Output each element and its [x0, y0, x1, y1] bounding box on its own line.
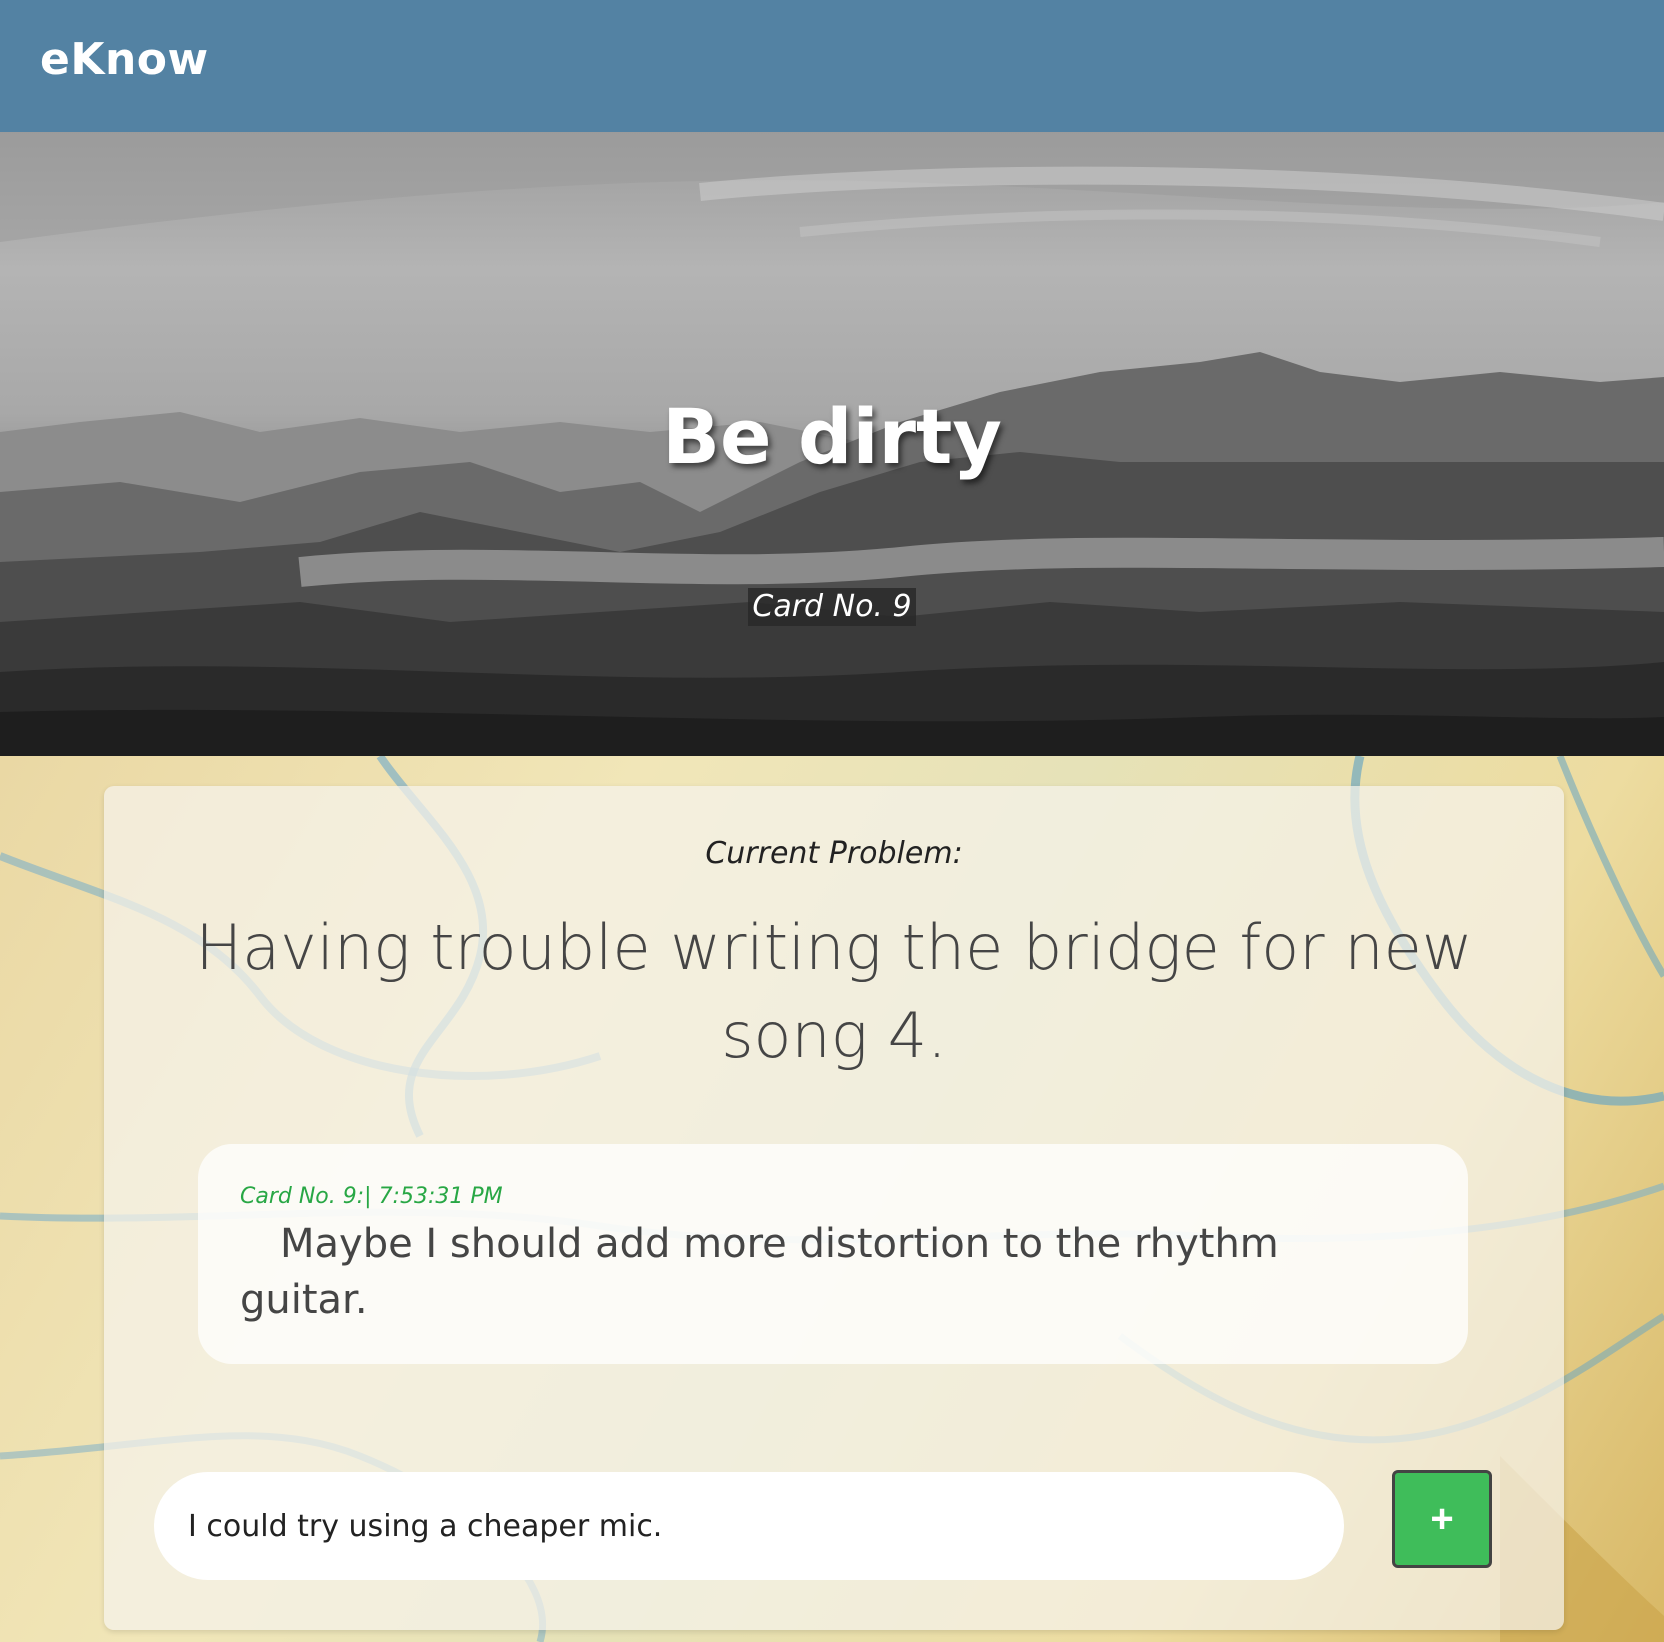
brand-logo[interactable]: eKnow [40, 34, 209, 85]
idea-entry: Card No. 9:| 7:53:31 PM Maybe I should a… [198, 1144, 1468, 1364]
add-idea-button[interactable]: + [1392, 1470, 1492, 1568]
problem-card: Current Problem: Having trouble writing … [104, 786, 1564, 1630]
current-problem-text: Having trouble writing the bridge for ne… [195, 911, 1473, 1072]
current-problem-label: Current Problem: [705, 836, 963, 871]
idea-input[interactable] [154, 1472, 1344, 1580]
hero-banner: Be dirty Card No. 9 [0, 132, 1664, 756]
entry-text: Maybe I should add more distortion to th… [240, 1221, 1279, 1323]
hero-title: Be dirty [662, 392, 1002, 481]
entry-meta: Card No. 9:| 7:53:31 PM [240, 1184, 503, 1209]
navbar: eKnow [0, 0, 1664, 132]
card-number-label: Card No. 9 [748, 588, 916, 626]
